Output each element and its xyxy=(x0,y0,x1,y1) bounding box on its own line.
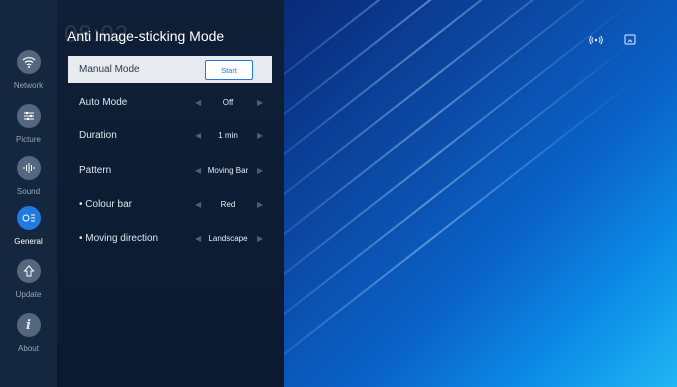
pattern-row[interactable]: Pattern ◀ Moving Bar ▶ xyxy=(68,157,272,184)
moving-direction-value: Landscape xyxy=(208,234,248,243)
sidebar-item-label: Update xyxy=(15,290,42,299)
wallpaper xyxy=(284,0,677,387)
equalizer-icon xyxy=(16,156,41,180)
auto-mode-label: Auto Mode xyxy=(79,97,128,108)
manual-mode-row[interactable]: Manual Mode Start xyxy=(68,56,272,83)
auto-mode-value: Off xyxy=(222,98,234,107)
settings-screen: Network Picture Sound General Update i A… xyxy=(0,0,677,387)
duration-value: 1 min xyxy=(218,131,238,140)
chevron-right-icon[interactable]: ▶ xyxy=(257,131,263,140)
start-button[interactable]: Start xyxy=(205,60,253,80)
sidebar-item-label: General xyxy=(14,237,43,246)
sidebar-item-general[interactable]: General xyxy=(0,206,57,246)
pattern-label: Pattern xyxy=(79,165,112,176)
duration-label: Duration xyxy=(79,130,117,141)
sliders-icon xyxy=(16,104,41,128)
moving-direction-row[interactable]: • Moving direction ◀ Landscape ▶ xyxy=(68,225,272,252)
chevron-right-icon[interactable]: ▶ xyxy=(257,98,263,107)
sidebar-item-about[interactable]: i About xyxy=(0,313,57,353)
colour-bar-row[interactable]: • Colour bar ◀ Red ▶ xyxy=(68,191,272,218)
auto-mode-row[interactable]: Auto Mode ◀ Off ▶ xyxy=(68,89,272,116)
sidebar-item-update[interactable]: Update xyxy=(0,259,57,299)
sidebar: Network Picture Sound General Update i A… xyxy=(0,0,57,387)
colour-bar-label: • Colour bar xyxy=(79,199,132,210)
info-icon: i xyxy=(16,313,41,337)
sidebar-item-label: Sound xyxy=(16,187,41,196)
chevron-right-icon[interactable]: ▶ xyxy=(257,200,263,209)
sidebar-item-sound[interactable]: Sound xyxy=(0,156,57,196)
sidebar-item-label: Picture xyxy=(16,135,41,144)
screen-cast-icon[interactable] xyxy=(623,33,637,47)
sidebar-item-label: Network xyxy=(13,81,44,90)
update-arrow-icon xyxy=(16,259,41,283)
sidebar-item-network[interactable]: Network xyxy=(0,50,57,90)
broadcast-icon[interactable] xyxy=(589,33,603,47)
manual-mode-label: Manual Mode xyxy=(79,64,140,75)
moving-direction-label: • Moving direction xyxy=(79,233,159,244)
colour-bar-value: Red xyxy=(220,200,236,209)
pattern-value: Moving Bar xyxy=(207,166,249,175)
status-icons xyxy=(589,33,637,47)
page-title: Anti Image-sticking Mode xyxy=(67,28,225,44)
wifi-icon xyxy=(16,50,41,74)
chevron-right-icon[interactable]: ▶ xyxy=(257,166,263,175)
sidebar-item-label: About xyxy=(18,344,39,353)
sidebar-item-picture[interactable]: Picture xyxy=(0,104,57,144)
general-settings-icon xyxy=(16,206,41,230)
chevron-right-icon[interactable]: ▶ xyxy=(257,234,263,243)
duration-row[interactable]: Duration ◀ 1 min ▶ xyxy=(68,122,272,149)
